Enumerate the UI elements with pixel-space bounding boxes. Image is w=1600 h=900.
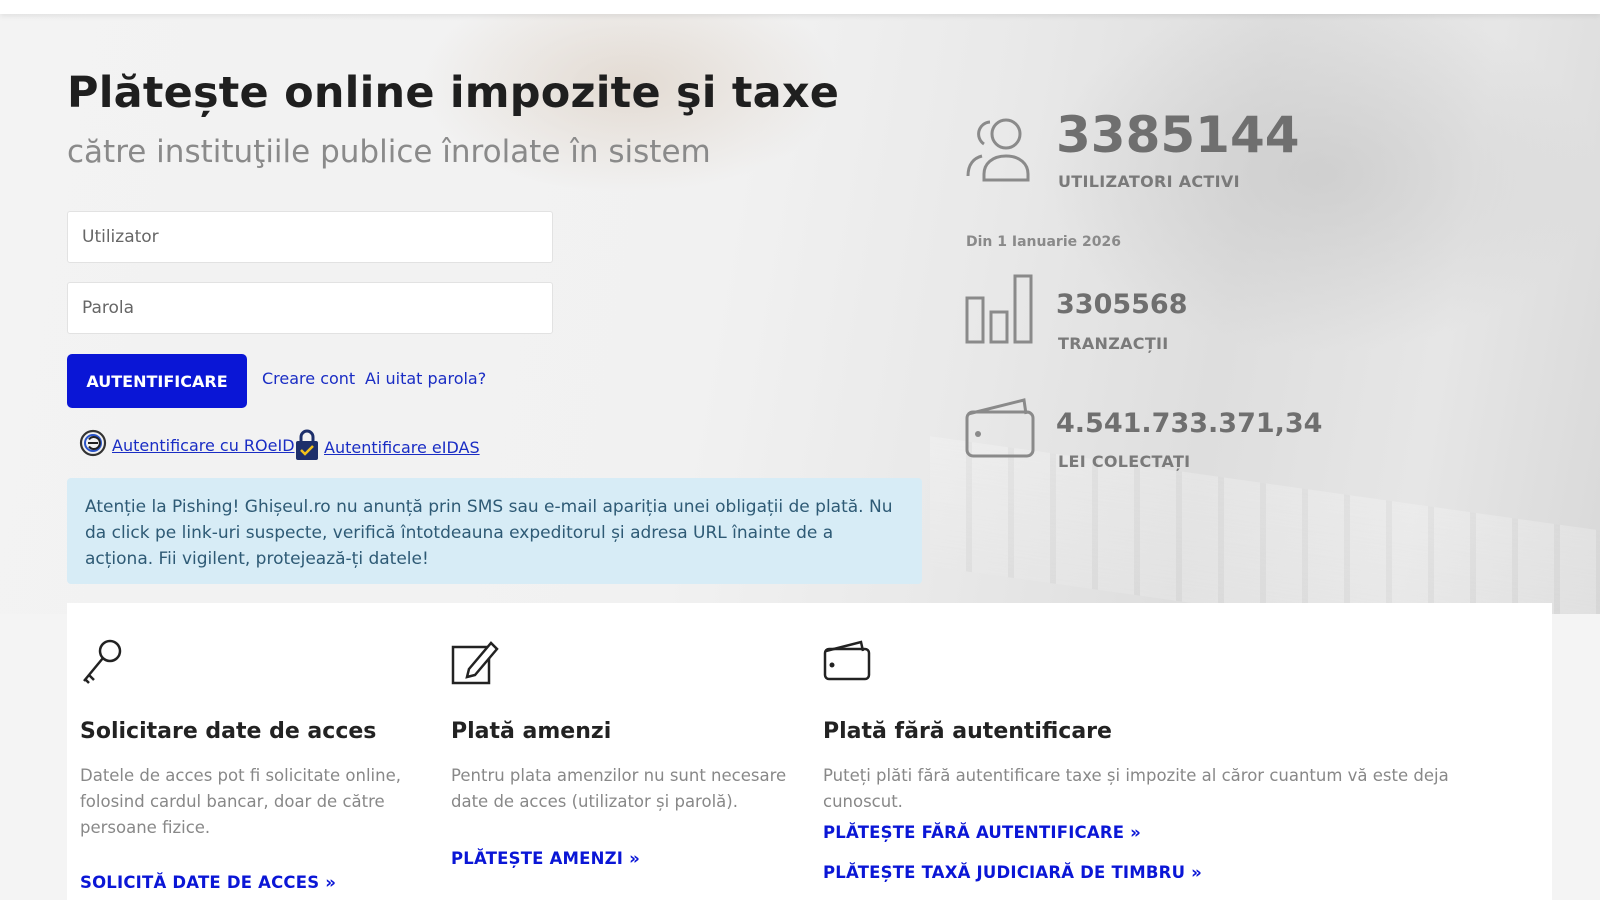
stats-since-date: Din 1 Ianuarie 2026 (966, 234, 1121, 250)
card-title: Solicitare date de acces (80, 719, 377, 744)
card-title: Plată amenzi (451, 719, 612, 744)
top-bar (0, 0, 1600, 14)
login-button[interactable]: AUTENTIFICARE (67, 354, 247, 408)
services-panel: Solicitare date de acces Datele de acces… (67, 603, 1552, 900)
lock-icon (294, 428, 320, 466)
eidas-label: Autentificare eIDAS (324, 437, 480, 457)
collected-amount: 4.541.733.371,34 (1056, 408, 1323, 439)
wallet-icon (823, 637, 871, 689)
forgot-password-link[interactable]: Ai uitat parola? (365, 369, 486, 388)
pay-judicial-stamp-tax-link[interactable]: PLĂTEȘTE TAXĂ JUDICIARĂ DE TIMBRU » (823, 863, 1202, 882)
pay-fines-link[interactable]: PLĂTEȘTE AMENZI » (451, 849, 640, 868)
transactions-label: TRANZACȚII (1058, 334, 1169, 353)
collected-label: LEI COLECTAȚI (1058, 452, 1191, 471)
card-text: Puteți plăti fără autentificare taxe și … (823, 766, 1449, 811)
request-access-link[interactable]: SOLICITĂ DATE DE ACCES » (80, 873, 336, 892)
page-subtitle: către instituţiile publice înrolate în s… (67, 134, 711, 170)
bar-chart-icon (964, 272, 1036, 350)
roeid-icon (78, 428, 108, 462)
active-users-label: UTILIZATORI ACTIVI (1058, 172, 1240, 191)
roeid-label: Autentificare cu ROeID (112, 435, 295, 455)
page-title: Plătește online impozite şi taxe (67, 68, 840, 118)
username-input[interactable] (67, 211, 553, 263)
card-title: Plată fără autentificare (823, 719, 1112, 744)
card-text: Datele de acces pot fi solicitate online… (80, 766, 401, 837)
edit-icon (451, 637, 499, 691)
phishing-alert: Atenție la Pishing! Ghișeul.ro nu anunță… (67, 478, 922, 584)
password-input[interactable] (67, 282, 553, 334)
users-icon (964, 110, 1038, 188)
eidas-login-link[interactable]: Autentificare eIDAS (294, 428, 480, 466)
transactions-count: 3305568 (1056, 289, 1188, 320)
create-account-link[interactable]: Creare cont (262, 369, 355, 388)
active-users-count: 3385144 (1056, 106, 1300, 164)
card-text: Pentru plata amenzilor nu sunt necesare … (451, 766, 787, 811)
roeid-login-link[interactable]: Autentificare cu ROeID (78, 428, 295, 462)
wallet-icon (964, 394, 1038, 466)
key-icon (80, 637, 126, 691)
pay-without-login-link[interactable]: PLĂTEȘTE FĂRĂ AUTENTIFICARE » (823, 823, 1141, 842)
